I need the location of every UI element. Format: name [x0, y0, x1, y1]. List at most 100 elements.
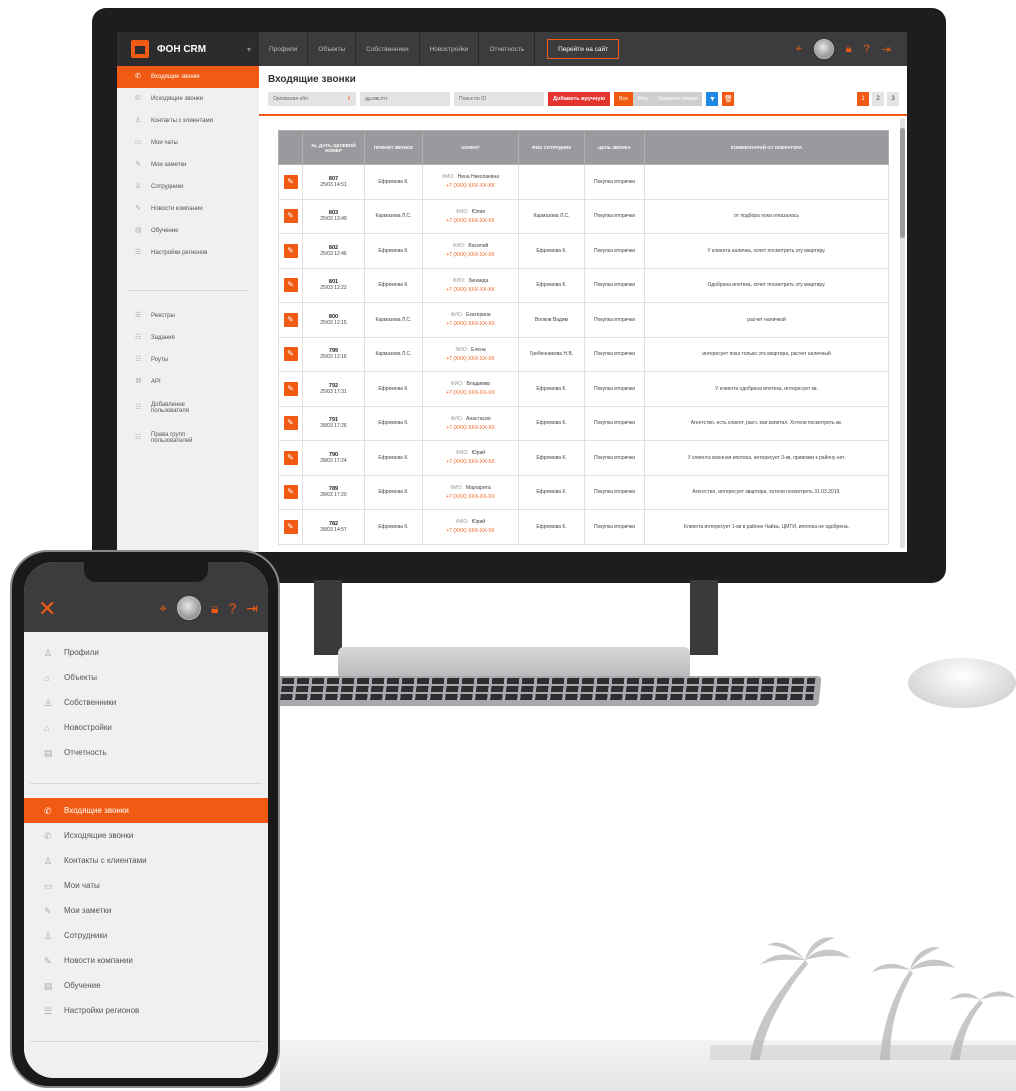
col-number-date[interactable]: №, дата, целевой номер	[302, 130, 365, 165]
edit-pencil-icon[interactable]: ✎	[283, 450, 298, 465]
logout-icon[interactable]: ⇥	[246, 600, 258, 617]
table-row[interactable]: ✎ 799 25/03 12:16 Кармазова Л.С. ФИО: Елена +7…	[278, 336, 889, 372]
phone-item-notes[interactable]: ✎ Мои заметки	[24, 898, 268, 923]
go-to-site-button[interactable]: Перейти на сайт	[547, 39, 620, 59]
edit-pencil-icon[interactable]: ✎	[283, 243, 298, 258]
col-goal[interactable]: Цель звонка	[584, 130, 645, 165]
sidebar-item-chats[interactable]: ▭ Мои чаты	[117, 132, 259, 154]
help-icon[interactable]: ?	[864, 43, 870, 55]
tab-new-buildings[interactable]: Новостройки	[420, 32, 480, 66]
edit-pencil-icon[interactable]: ✎	[283, 347, 298, 362]
lock-icon[interactable]: 🔒︎	[846, 43, 852, 56]
table-row[interactable]: ✎ 807 25/03 14:51 Ефремова К. ФИО: Нина Никол…	[278, 164, 889, 200]
phone-item-new-buildings[interactable]: ⌂ Новостройки	[24, 715, 268, 740]
sidebar-item-notes[interactable]: ✎ Мои заметки	[117, 154, 259, 176]
edit-pencil-icon[interactable]: ✎	[283, 312, 298, 327]
edit-pencil-icon[interactable]: ✎	[283, 209, 298, 224]
close-icon[interactable]: ✕	[38, 598, 56, 620]
avatar[interactable]	[813, 39, 834, 59]
sidebar-item-employees[interactable]: ♙ Сотрудники	[117, 176, 259, 198]
search-id-input[interactable]: Поиск по ID	[454, 92, 544, 106]
filter-icon[interactable]: ▼	[706, 92, 719, 106]
client-phone[interactable]: +7 (XXX) XXX-XX-XX	[425, 528, 516, 534]
segment-closed[interactable]: Закрытые звонки	[652, 92, 703, 106]
sidebar-item-registries[interactable]: ☰ Реестры	[117, 305, 259, 327]
help-icon[interactable]: ?	[228, 600, 236, 616]
col-employee[interactable]: ФИО сотрудник	[518, 130, 585, 165]
segment-mine[interactable]: Мои	[632, 92, 653, 106]
sidebar-item-news[interactable]: ✎ Новости компании	[117, 198, 259, 220]
phone-item-profiles[interactable]: ♙ Профили	[24, 640, 268, 665]
table-row[interactable]: ✎ 801 25/03 12:22 Ефремова К. ФИО: Зинаида +7 …	[278, 267, 889, 303]
client-phone[interactable]: +7 (XXX) XXX-XX-XX	[425, 252, 516, 258]
edit-pencil-icon[interactable]: ✎	[283, 519, 298, 534]
edit-pencil-icon[interactable]: ✎	[283, 416, 298, 431]
edit-pencil-icon[interactable]: ✎	[283, 381, 298, 396]
lock-icon[interactable]: 🔒︎	[211, 600, 218, 617]
sidebar-item-group-rights[interactable]: ☷ Права групп пользователей	[117, 423, 259, 453]
phone-item-region-settings[interactable]: ☰ Настройки регионов	[24, 998, 268, 1023]
sidebar-item-add-user[interactable]: ☷ Добавление пользователя	[117, 393, 259, 423]
phone-item-reports[interactable]: ▤ Отчетность	[24, 740, 268, 765]
scrollbar[interactable]	[900, 118, 905, 548]
table-row[interactable]: ✎ 790 28/03 17:24 Ефремова К. ФИО: Юрий +7 (XX…	[278, 440, 889, 476]
sidebar-item-api[interactable]: ⌘ API	[117, 371, 259, 393]
client-phone[interactable]: +7 (XXX) XXX-XX-XX	[425, 287, 516, 293]
client-phone[interactable]: +7 (XXX) XXX-XX-XX	[425, 425, 516, 431]
table-row[interactable]: ✎ 800 25/03 12:15 Кармазова Л.С. ФИО: Екатери…	[278, 302, 889, 338]
sidebar-item-incoming-calls[interactable]: ✆ Входящие звонки	[117, 66, 259, 88]
phone-item-employees[interactable]: ♙ Сотрудники	[24, 923, 268, 948]
page-1[interactable]: 1	[857, 92, 869, 106]
sidebar-item-tasks[interactable]: ☷ Задания	[117, 327, 259, 349]
phone-item-training[interactable]: ▤ Обучение	[24, 973, 268, 998]
client-phone[interactable]: +7 (XXX) XXX-XX-XX	[425, 390, 516, 396]
sidebar-item-region-settings[interactable]: ☰ Настройки регионов	[117, 242, 259, 264]
table-row[interactable]: ✎ 782 28/03 14:57 Ефремова К. ФИО: Юрий +7 (XX…	[278, 509, 889, 545]
add-manually-button[interactable]: Добавить вручную	[548, 92, 611, 106]
edit-pencil-icon[interactable]: ✎	[283, 278, 298, 293]
brand[interactable]: ФОН CRM ▾	[117, 32, 259, 66]
client-phone[interactable]: +7 (XXX) XXX-XX-XX	[425, 183, 516, 189]
phone-item-objects[interactable]: ⌂ Объекты	[24, 665, 268, 690]
tab-profiles[interactable]: Профили	[259, 32, 309, 66]
region-select[interactable]: Орловская обл ⇕	[268, 92, 356, 106]
phone-item-owners[interactable]: ♙ Собственники	[24, 690, 268, 715]
table-row[interactable]: ✎ 792 25/03 17:31 Ефремова К. ФИО: Владимир +7…	[278, 371, 889, 407]
client-phone[interactable]: +7 (XXX) XXX-XX-XX	[425, 218, 516, 224]
edit-pencil-icon[interactable]: ✎	[283, 174, 298, 189]
sidebar-item-outgoing-calls[interactable]: ✆ Исходящие звонки	[117, 88, 259, 110]
tab-objects[interactable]: Объекты	[308, 32, 357, 66]
phone-item-news[interactable]: ✎ Новости компании	[24, 948, 268, 973]
tab-owners[interactable]: Собственники	[356, 32, 420, 66]
client-phone[interactable]: +7 (XXX) XXX-XX-XX	[425, 459, 516, 465]
sidebar-item-routes[interactable]: ☷ Роуты	[117, 349, 259, 371]
location-pin-icon[interactable]: ⌖	[159, 600, 167, 617]
phone-item-contacts[interactable]: ♙ Контакты с клиентами	[24, 848, 268, 873]
client-phone[interactable]: +7 (XXX) XXX-XX-XX	[425, 356, 516, 362]
phone-item-incoming-calls[interactable]: ✆ Входящие звонки	[24, 798, 268, 823]
tab-reports[interactable]: Отчетность	[479, 32, 536, 66]
table-row[interactable]: ✎ 791 28/03 17:26 Ефремова К. ФИО: Анастасия +…	[278, 405, 889, 441]
chevron-down-icon[interactable]: ▾	[247, 45, 251, 54]
page-3[interactable]: 3	[887, 92, 899, 106]
edit-pencil-icon[interactable]: ✎	[283, 485, 298, 500]
sidebar-item-training[interactable]: ▤ Обучение	[117, 220, 259, 242]
table-row[interactable]: ✎ 802 25/03 12:46 Ефремова К. ФИО: Василий +7 …	[278, 233, 889, 269]
phone-item-chats[interactable]: ▭ Мои чаты	[24, 873, 268, 898]
date-input[interactable]: дд.мм.гггг	[360, 92, 450, 106]
col-client[interactable]: Клиент	[422, 130, 519, 165]
table-row[interactable]: ✎ 789 28/03 17:20 Ефремова К. ФИО: Маргарита +…	[278, 474, 889, 510]
segment-all[interactable]: Все	[614, 92, 633, 106]
col-comment[interactable]: Комментарий от оператора	[644, 130, 889, 165]
client-phone[interactable]: +7 (XXX) XXX-XX-XX	[425, 321, 516, 327]
table-row[interactable]: ✎ 803 25/03 13:49 Кармазова Л.С. ФИО: Юлия +7 …	[278, 198, 889, 234]
sidebar-item-contacts[interactable]: ♙ Контакты с клиентами	[117, 110, 259, 132]
page-2[interactable]: 2	[872, 92, 884, 106]
col-accepted[interactable]: Принял звонок	[364, 130, 423, 165]
avatar[interactable]	[177, 596, 202, 620]
logout-icon[interactable]: ⇥	[882, 43, 891, 56]
location-pin-icon[interactable]: ⌖	[796, 43, 802, 56]
client-phone[interactable]: +7 (XXX) XXX-XX-XX	[425, 494, 516, 500]
delete-icon[interactable]: 🗑︎	[722, 92, 735, 106]
phone-item-outgoing-calls[interactable]: ✆ Исходящие звонки	[24, 823, 268, 848]
